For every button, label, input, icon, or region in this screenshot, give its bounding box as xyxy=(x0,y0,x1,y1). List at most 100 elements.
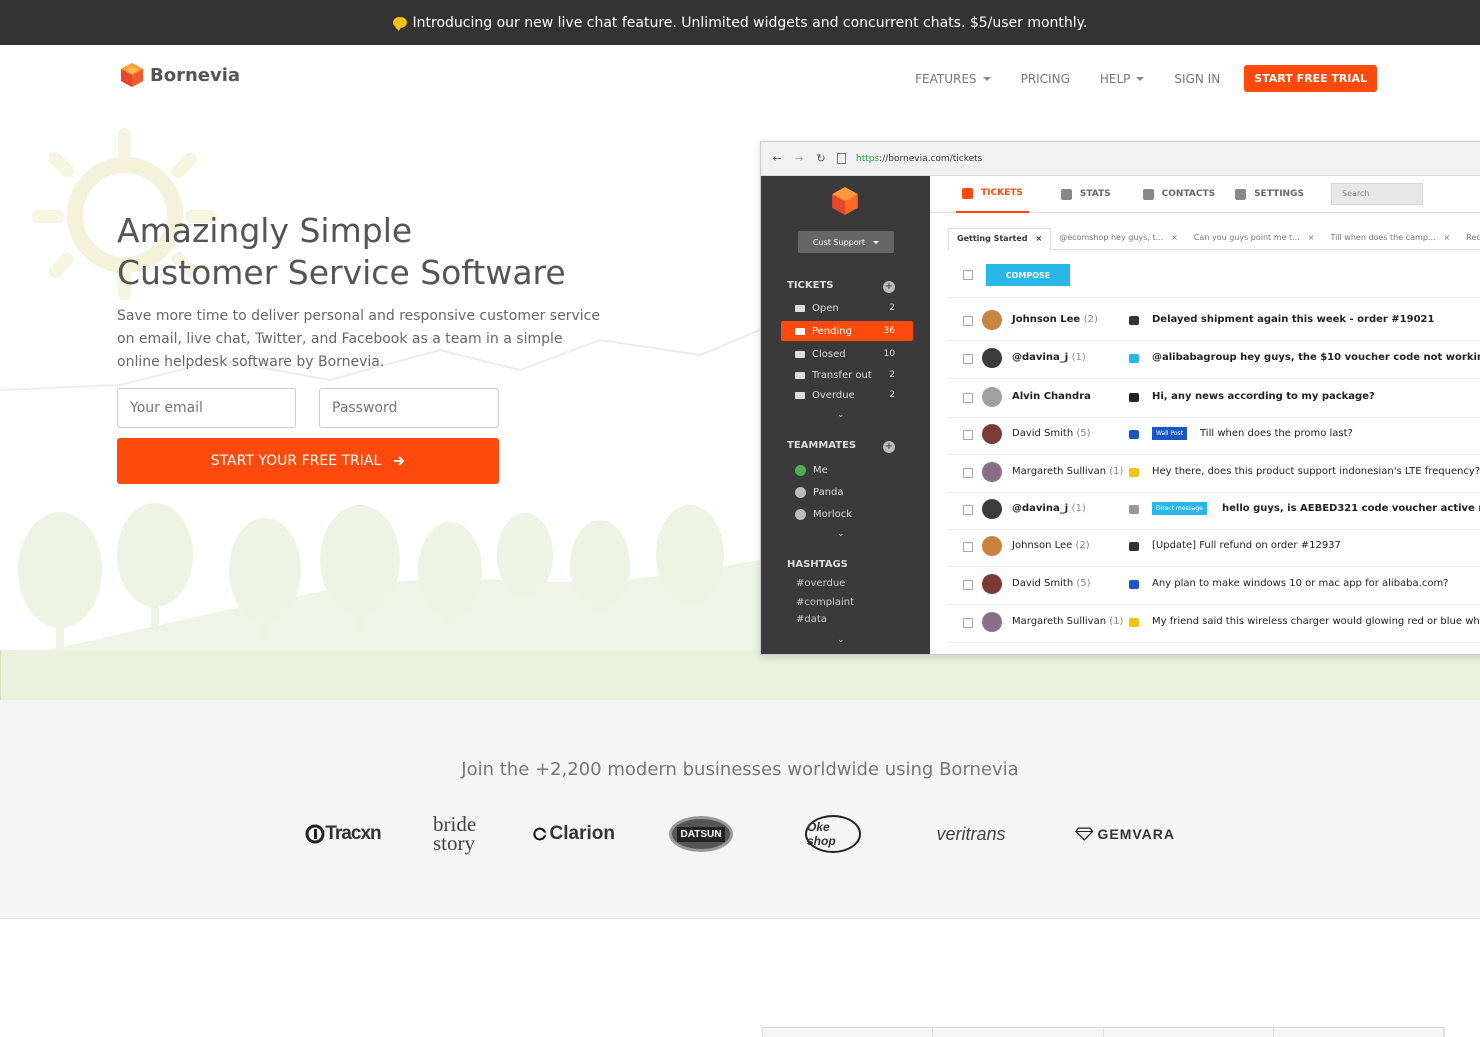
ticket-subject[interactable]: My friend said this wireless charger wou… xyxy=(1152,616,1480,627)
ticket-customer-name[interactable]: @davina_j (1) xyxy=(1012,503,1086,514)
avatar xyxy=(982,499,1002,519)
ticket-subject[interactable]: @alibabagroup hey guys, the $10 voucher … xyxy=(1152,352,1480,363)
ticket-subject[interactable]: Any plan to make windows 10 or mac app f… xyxy=(1152,578,1449,589)
ticket-customer-name[interactable]: Margareth Sullivan (1) xyxy=(1012,616,1123,627)
tracxn-mark-icon xyxy=(305,824,325,844)
tab-stats[interactable]: STATS xyxy=(1060,176,1111,213)
folder-closed[interactable]: Closed 10 xyxy=(781,344,913,364)
nav-pricing[interactable]: PRICING xyxy=(1021,72,1070,86)
conversation-tab[interactable]: @ecomshop hey guys, t... × xyxy=(1051,228,1186,250)
ticket-checkbox[interactable] xyxy=(963,618,973,628)
teammate-me[interactable]: Me xyxy=(781,460,913,480)
ticket-customer-name[interactable]: Johnson Lee (2) xyxy=(1012,540,1090,551)
folder-pending[interactable]: Pending 36 xyxy=(781,321,913,341)
conversation-tab[interactable]: Till when does the camp... × xyxy=(1322,228,1459,250)
nav-signin[interactable]: SIGN IN xyxy=(1174,72,1220,86)
announcement-text[interactable]: Introducing our new live chat feature. U… xyxy=(413,15,1088,31)
start-your-free-trial-button[interactable]: START YOUR FREE TRIAL xyxy=(117,438,499,484)
divider xyxy=(948,340,1480,341)
avatar xyxy=(982,310,1002,330)
customer-name-text: David Smith xyxy=(1012,578,1074,589)
ticket-checkbox[interactable] xyxy=(963,316,973,326)
hashtag-item[interactable]: #data xyxy=(796,614,827,625)
ticket-checkbox[interactable] xyxy=(963,430,973,440)
ticket-checkbox[interactable] xyxy=(963,468,973,478)
ticket-customer-name[interactable]: Margareth Sullivan (1) xyxy=(1012,466,1123,477)
brand-name: Bornevia xyxy=(150,64,241,86)
avatar xyxy=(982,348,1002,368)
folder-icon xyxy=(795,304,805,312)
add-teammate-icon[interactable]: + xyxy=(883,441,895,453)
nav-features[interactable]: FEATURES xyxy=(915,72,991,86)
chevron-down-icon[interactable]: ⌄ xyxy=(837,635,845,645)
ticket-customer-name[interactable]: David Smith (5) xyxy=(1012,578,1091,589)
ticket-customer-name[interactable]: Alvin Chandra xyxy=(1012,391,1091,402)
ticket-subject[interactable]: Delayed shipment again this week - order… xyxy=(1152,314,1434,325)
ticket-checkbox[interactable] xyxy=(963,542,973,552)
select-all-checkbox[interactable] xyxy=(963,270,973,280)
team-select[interactable]: Cust Support xyxy=(798,231,894,253)
add-folder-icon[interactable]: + xyxy=(883,281,895,293)
folder-transfer-out[interactable]: Transfer out 2 xyxy=(781,365,913,385)
ticket-customer-name[interactable]: David Smith (5) xyxy=(1012,428,1091,439)
tab-contacts[interactable]: CONTACTS xyxy=(1142,176,1215,213)
ticket-checkbox[interactable] xyxy=(963,580,973,590)
teammate-panda[interactable]: Panda xyxy=(781,482,913,502)
divider xyxy=(948,378,1480,379)
tab-settings[interactable]: SETTINGS xyxy=(1235,176,1304,213)
ticket-subject[interactable]: Hi, any news according to my package? xyxy=(1152,391,1375,402)
chevron-down-icon[interactable]: ⌄ xyxy=(837,410,845,420)
folder-count: 2 xyxy=(889,370,895,380)
folder-label: Overdue xyxy=(812,389,855,401)
hashtag-item[interactable]: #overdue xyxy=(796,578,845,589)
ticket-checkbox[interactable] xyxy=(963,505,973,515)
customer-logo-text: DATSUN xyxy=(676,826,726,842)
page-icon xyxy=(837,153,846,164)
email-channel-icon xyxy=(1129,542,1139,551)
folder-label: Transfer out xyxy=(812,369,872,381)
hashtag-item[interactable]: #complaint xyxy=(796,597,854,608)
cta-label: START YOUR FREE TRIAL xyxy=(210,453,382,469)
conversation-tab-label: Getting Started xyxy=(957,234,1028,243)
nav-help-label: HELP xyxy=(1099,71,1131,86)
chevron-down-icon xyxy=(1136,76,1145,81)
compose-button[interactable]: COMPOSE xyxy=(986,264,1070,286)
start-free-trial-button[interactable]: START FREE TRIAL xyxy=(1244,65,1377,92)
announcement-bar[interactable]: Introducing our new live chat feature. U… xyxy=(0,0,1480,45)
ticket-subject[interactable]: [Update] Full refund on order #12937 xyxy=(1152,540,1341,551)
folder-open[interactable]: Open 2 xyxy=(781,298,913,318)
email-field[interactable] xyxy=(117,388,296,428)
close-icon[interactable]: × xyxy=(1171,233,1178,244)
tab-tickets[interactable]: TICKETS xyxy=(956,176,1029,213)
customer-name-text: Johnson Lee xyxy=(1012,540,1073,551)
ticket-subject[interactable]: Till when does the promo last? xyxy=(1200,428,1353,439)
close-icon[interactable]: × xyxy=(1444,233,1451,244)
ticket-count: (2) xyxy=(1075,540,1090,551)
close-icon[interactable]: × xyxy=(1308,233,1315,244)
customer-logo-datsun: DATSUN xyxy=(668,812,734,856)
ticket-subject[interactable]: hello guys, is AEBED321 code voucher act… xyxy=(1222,503,1480,514)
ticket-subject[interactable]: Hey there, does this product support ind… xyxy=(1152,466,1480,477)
ticket-customer-name[interactable]: @davina_j (1) xyxy=(1012,352,1086,363)
chevron-down-icon[interactable]: ⌄ xyxy=(837,529,845,539)
folder-overdue[interactable]: Overdue 2 xyxy=(781,385,913,405)
teammate-morlock[interactable]: Morlock xyxy=(781,504,913,524)
conversation-tab[interactable]: Received xyxy=(1458,228,1480,250)
customer-name-text: @davina_j xyxy=(1012,503,1069,514)
divider xyxy=(948,417,1480,418)
password-field[interactable] xyxy=(319,388,499,428)
ticket-checkbox[interactable] xyxy=(963,393,973,403)
ticket-checkbox[interactable] xyxy=(963,354,973,364)
ticket-customer-name[interactable]: Johnson Lee (2) xyxy=(1012,314,1098,325)
avatar xyxy=(982,612,1002,632)
conversation-tab[interactable]: Can you guys point me t... × xyxy=(1185,228,1323,250)
ticket-count: (2) xyxy=(1083,314,1098,325)
close-icon[interactable]: × xyxy=(1036,234,1043,245)
avatar xyxy=(982,424,1002,444)
search-input[interactable]: Search xyxy=(1331,183,1423,205)
conversation-tab[interactable]: Getting Started × xyxy=(948,228,1052,250)
brand-logo[interactable]: Bornevia xyxy=(120,62,240,88)
teammate-label: Panda xyxy=(813,486,844,498)
nav-help[interactable]: HELP xyxy=(1100,72,1145,86)
hero-title-line1: Amazingly Simple xyxy=(117,211,413,250)
